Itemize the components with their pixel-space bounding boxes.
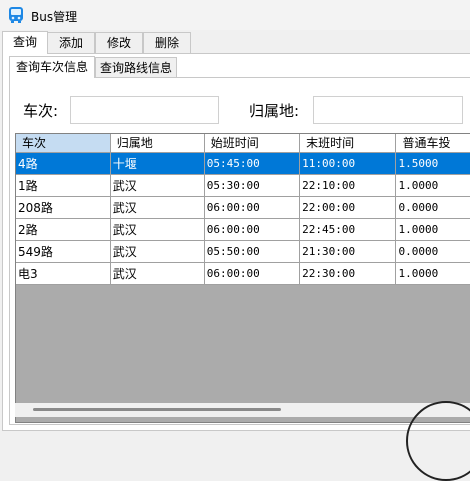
- column-header-owner[interactable]: 归属地: [110, 134, 205, 153]
- cell-bus-no[interactable]: 549路: [16, 240, 111, 263]
- cell-last-time[interactable]: 11:00:00: [299, 152, 397, 175]
- scrollbar-thumb[interactable]: [33, 408, 281, 411]
- tab-query-route-info[interactable]: 查询路线信息: [95, 57, 177, 77]
- cell-first-time[interactable]: 05:45:00: [204, 152, 301, 175]
- title-bar: Bus管理: [0, 0, 470, 30]
- table-row[interactable]: 2路 武汉 06:00:00 22:45:00 1.0000: [16, 218, 470, 241]
- cell-fare[interactable]: 0.0000: [395, 240, 470, 263]
- cell-fare[interactable]: 1.5000: [395, 152, 470, 175]
- table-row[interactable]: 4路 十堰 05:45:00 11:00:00 1.5000: [16, 152, 470, 175]
- bus-no-label: 车次:: [23, 102, 59, 120]
- cell-bus-no[interactable]: 4路: [16, 152, 111, 175]
- cell-fare[interactable]: 1.0000: [395, 174, 470, 197]
- cell-owner[interactable]: 武汉: [110, 196, 205, 219]
- cell-owner[interactable]: 武汉: [110, 262, 205, 285]
- cell-first-time[interactable]: 06:00:00: [204, 196, 301, 219]
- bus-table: 车次 归属地 始班时间 末班时间 普通车投 4路 十堰 05:45:00 11:…: [16, 134, 470, 285]
- table-row[interactable]: 电3 武汉 06:00:00 22:30:00 1.0000: [16, 262, 470, 285]
- cell-fare[interactable]: 1.0000: [395, 262, 470, 285]
- cell-last-time[interactable]: 22:00:00: [299, 196, 397, 219]
- table-row[interactable]: 1路 武汉 05:30:00 22:10:00 1.0000: [16, 174, 470, 197]
- cell-first-time[interactable]: 05:50:00: [204, 240, 301, 263]
- cell-bus-no[interactable]: 208路: [16, 196, 111, 219]
- cell-owner[interactable]: 武汉: [110, 174, 205, 197]
- cell-first-time[interactable]: 06:00:00: [204, 218, 301, 241]
- bus-data-grid[interactable]: 车次 归属地 始班时间 末班时间 普通车投 4路 十堰 05:45:00 11:…: [15, 133, 470, 423]
- tab-modify[interactable]: 修改: [95, 32, 143, 53]
- cell-bus-no[interactable]: 1路: [16, 174, 111, 197]
- app-bus-icon: [9, 7, 23, 23]
- cell-bus-no[interactable]: 2路: [16, 218, 111, 241]
- touch-indicator-icon: [406, 401, 470, 481]
- tab-query[interactable]: 查询: [2, 31, 48, 54]
- cell-last-time[interactable]: 22:30:00: [299, 262, 397, 285]
- tab-delete[interactable]: 删除: [143, 32, 191, 53]
- owner-label: 归属地:: [249, 102, 300, 120]
- cell-last-time[interactable]: 21:30:00: [299, 240, 397, 263]
- cell-last-time[interactable]: 22:10:00: [299, 174, 397, 197]
- cell-owner[interactable]: 武汉: [110, 240, 205, 263]
- cell-bus-no[interactable]: 电3: [16, 262, 111, 285]
- cell-first-time[interactable]: 05:30:00: [204, 174, 301, 197]
- tab-add[interactable]: 添加: [47, 32, 95, 53]
- sub-tab-strip: 查询车次信息 查询路线信息: [0, 56, 470, 78]
- owner-input[interactable]: [313, 96, 463, 124]
- table-row[interactable]: 208路 武汉 06:00:00 22:00:00 0.0000: [16, 196, 470, 219]
- table-row[interactable]: 549路 武汉 05:50:00 21:30:00 0.0000: [16, 240, 470, 263]
- horizontal-scrollbar[interactable]: [15, 403, 470, 417]
- cell-owner[interactable]: 十堰: [110, 152, 205, 175]
- window-title: Bus管理: [31, 10, 78, 24]
- tab-query-bus-info[interactable]: 查询车次信息: [9, 56, 95, 78]
- cell-fare[interactable]: 0.0000: [395, 196, 470, 219]
- column-header-first-time[interactable]: 始班时间: [204, 134, 301, 153]
- cell-first-time[interactable]: 06:00:00: [204, 262, 301, 285]
- bus-no-input[interactable]: [70, 96, 219, 124]
- column-header-fare[interactable]: 普通车投: [395, 134, 470, 153]
- cell-owner[interactable]: 武汉: [110, 218, 205, 241]
- cell-fare[interactable]: 1.0000: [395, 218, 470, 241]
- column-header-bus-no[interactable]: 车次: [16, 134, 111, 153]
- column-header-last-time[interactable]: 末班时间: [299, 134, 397, 153]
- main-tab-strip: 查询 添加 修改 删除: [0, 31, 470, 54]
- cell-last-time[interactable]: 22:45:00: [299, 218, 397, 241]
- grid-header-row: 车次 归属地 始班时间 末班时间 普通车投: [16, 134, 470, 153]
